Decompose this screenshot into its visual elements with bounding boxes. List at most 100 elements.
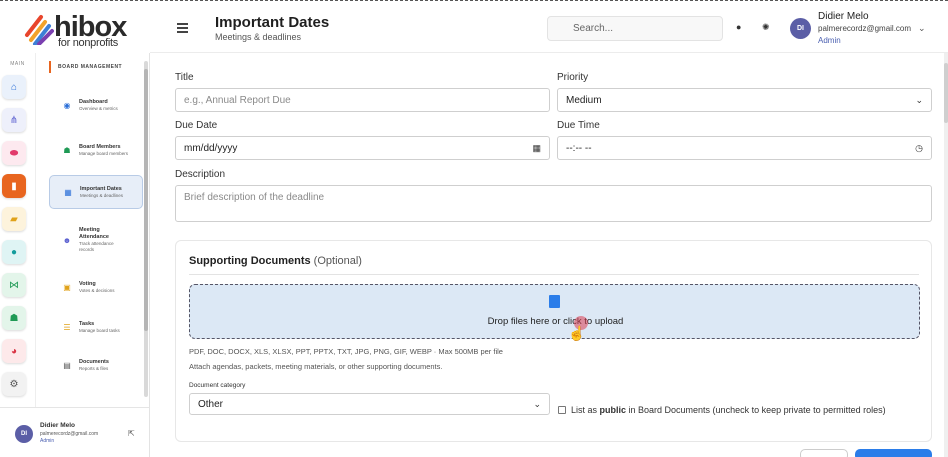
due-time-value: --:-- -- xyxy=(566,142,592,154)
due-time-label: Due Time xyxy=(557,120,600,131)
rail-section-label: MAIN xyxy=(10,61,25,67)
divider xyxy=(189,274,919,275)
due-date-label: Due Date xyxy=(175,120,218,131)
sidebar: BOARD MANAGEMENT ◉ Dashboard Overview & m… xyxy=(40,53,150,407)
title-placeholder: e.g., Annual Report Due xyxy=(184,94,291,106)
due-date-input[interactable]: mm/dd/yyyy ▦ xyxy=(175,136,550,160)
avatar: DI xyxy=(15,425,33,443)
chevron-down-icon: ⌄ xyxy=(533,398,541,409)
org-chart-icon[interactable]: ⋔ xyxy=(2,108,26,132)
attendance-icon: ☻ xyxy=(62,235,72,245)
description-placeholder: Brief description of the deadline xyxy=(184,192,325,203)
sidebar-item-meeting-attendance[interactable]: ☻ Meeting Attendance Track attendance rec… xyxy=(49,219,143,261)
category-label: Document category xyxy=(189,382,246,389)
top-bar: Important Dates Meetings & deadlines Sea… xyxy=(150,1,948,53)
sidebar-item-documents[interactable]: ▤ Documents Reports & files xyxy=(49,351,143,379)
sidebar-scrollbar[interactable] xyxy=(144,61,148,397)
cancel-button[interactable] xyxy=(800,449,848,457)
sidebar-item-desc: Overview & metrics xyxy=(79,105,118,111)
pie-icon[interactable]: ◕ xyxy=(2,339,26,363)
page-subtitle: Meetings & deadlines xyxy=(215,32,302,42)
logout-icon[interactable]: ⇱ xyxy=(128,429,135,438)
search-input[interactable]: Search... xyxy=(547,16,723,41)
priority-select[interactable]: Medium ⌄ xyxy=(557,88,932,112)
hibox-logo[interactable]: hibox for nonprofits xyxy=(24,11,134,49)
home-icon[interactable]: ⌂ xyxy=(2,75,26,99)
menu-icon[interactable] xyxy=(177,23,188,35)
category-value: Other xyxy=(198,398,224,410)
bell-icon[interactable]: ● xyxy=(736,22,741,32)
documents-heading: Supporting Documents (Optional) xyxy=(189,255,362,267)
header-avatar[interactable]: DI xyxy=(790,18,811,39)
scrollbar-thumb[interactable] xyxy=(944,63,948,123)
sidebar-item-desc: Reports & files xyxy=(79,365,109,371)
team-icon[interactable]: ☗ xyxy=(2,306,26,330)
save-button[interactable] xyxy=(855,449,932,457)
sidebar-user-card[interactable]: DI Didier Melo palmerecordz@gmail.com Ad… xyxy=(0,407,150,457)
public-checkbox[interactable] xyxy=(558,406,566,414)
footer-user-role: Admin xyxy=(40,438,55,444)
public-checkbox-label[interactable]: List as public in Board Documents (unche… xyxy=(571,405,886,415)
calendar-icon[interactable]: ▦ xyxy=(532,143,541,154)
accepted-formats: PDF, DOC, DOCX, XLS, XLSX, PPT, PPTX, TX… xyxy=(189,347,503,356)
circle-icon[interactable]: ● xyxy=(2,240,26,264)
title-label: Title xyxy=(175,72,194,83)
page-title: Important Dates xyxy=(215,14,330,31)
header-user-name: Didier Melo xyxy=(818,11,869,22)
hand-cursor-icon: ☝ xyxy=(568,325,586,341)
sidebar-item-desc: Track attendance records xyxy=(79,241,114,252)
document-icon: ▤ xyxy=(63,360,71,370)
voting-icon: ▣ xyxy=(63,282,71,292)
search-placeholder: Search... xyxy=(573,23,614,34)
sidebar-item-tasks[interactable]: ☰ Tasks Manage board tasks xyxy=(49,313,143,341)
scrollbar-thumb[interactable] xyxy=(144,69,148,331)
sidebar-item-important-dates[interactable]: ▦ Important Dates Meetings & deadlines xyxy=(49,175,143,209)
title-input[interactable]: e.g., Annual Report Due xyxy=(175,88,550,112)
sidebar-item-label: Board Members xyxy=(79,143,121,150)
sidebar-item-desc: Votes & decisions xyxy=(79,287,115,293)
bookmark-icon[interactable]: ▮ xyxy=(2,174,26,198)
sidebar-item-desc: Manage board tasks xyxy=(79,327,120,333)
footer-user-email: palmerecordz@gmail.com xyxy=(40,431,99,437)
sidebar-item-label: Documents xyxy=(79,358,109,365)
footer-user-name: Didier Melo xyxy=(40,422,76,429)
members-icon: ☗ xyxy=(63,145,71,155)
description-label: Description xyxy=(175,169,226,180)
sidebar-item-label: Voting xyxy=(79,280,96,287)
gear-icon[interactable]: ⚙ xyxy=(2,372,26,396)
sidebar-item-label: Meeting Attendance xyxy=(79,227,109,240)
calendar-icon: ▦ xyxy=(64,187,72,197)
dropzone-text: Drop files here or click to upload xyxy=(487,316,624,327)
icon-rail: MAIN ⌂ ⋔ ⬬ ▮ ▰ ● ⋈ ☗ ◕ ⚙ xyxy=(0,53,36,407)
due-time-input[interactable]: --:-- -- ◷ xyxy=(557,136,932,160)
priority-label: Priority xyxy=(557,72,589,83)
app-window: hibox for nonprofits MAIN ⌂ ⋔ ⬬ ▮ ▰ ● ⋈ … xyxy=(0,0,948,457)
supporting-documents-card: Supporting Documents (Optional) Drop fil… xyxy=(175,240,932,442)
clock-icon[interactable]: ◷ xyxy=(915,143,923,154)
dashboard-icon: ◉ xyxy=(63,100,71,110)
theme-toggle-icon[interactable]: ✺ xyxy=(762,22,770,33)
logo-mark-icon xyxy=(25,15,54,45)
attach-hint: Attach agendas, packets, meeting materia… xyxy=(189,362,443,371)
sidebar-item-voting[interactable]: ▣ Voting Votes & decisions xyxy=(49,273,143,301)
category-select[interactable]: Other ⌄ xyxy=(189,393,550,415)
brand-tagline: for nonprofits xyxy=(58,37,119,49)
sidebar-item-label: Important Dates xyxy=(80,185,122,192)
page-scrollbar[interactable] xyxy=(944,53,948,457)
sidebar-item-board-members[interactable]: ☗ Board Members Manage board members xyxy=(49,131,143,169)
sidebar-item-label: Tasks xyxy=(79,320,95,327)
pill-icon[interactable]: ⬬ xyxy=(2,141,26,165)
chevron-down-icon[interactable]: ⌄ xyxy=(918,23,926,34)
file-upload-icon xyxy=(549,295,560,308)
header-user-email: palmerecordz@gmail.com xyxy=(818,24,912,33)
nodes-icon[interactable]: ⋈ xyxy=(2,273,26,297)
sidebar-section-label: BOARD MANAGEMENT xyxy=(49,61,122,73)
tasks-icon: ☰ xyxy=(63,322,71,332)
file-dropzone[interactable]: Drop files here or click to upload ☝ xyxy=(189,284,920,341)
sidebar-item-dashboard[interactable]: ◉ Dashboard Overview & metrics xyxy=(49,91,143,119)
due-date-value: mm/dd/yyyy xyxy=(184,142,238,154)
description-textarea[interactable]: Brief description of the deadline xyxy=(175,185,932,222)
chevron-down-icon: ⌄ xyxy=(915,94,923,105)
priority-value: Medium xyxy=(566,94,602,106)
folder-icon[interactable]: ▰ xyxy=(2,207,26,231)
